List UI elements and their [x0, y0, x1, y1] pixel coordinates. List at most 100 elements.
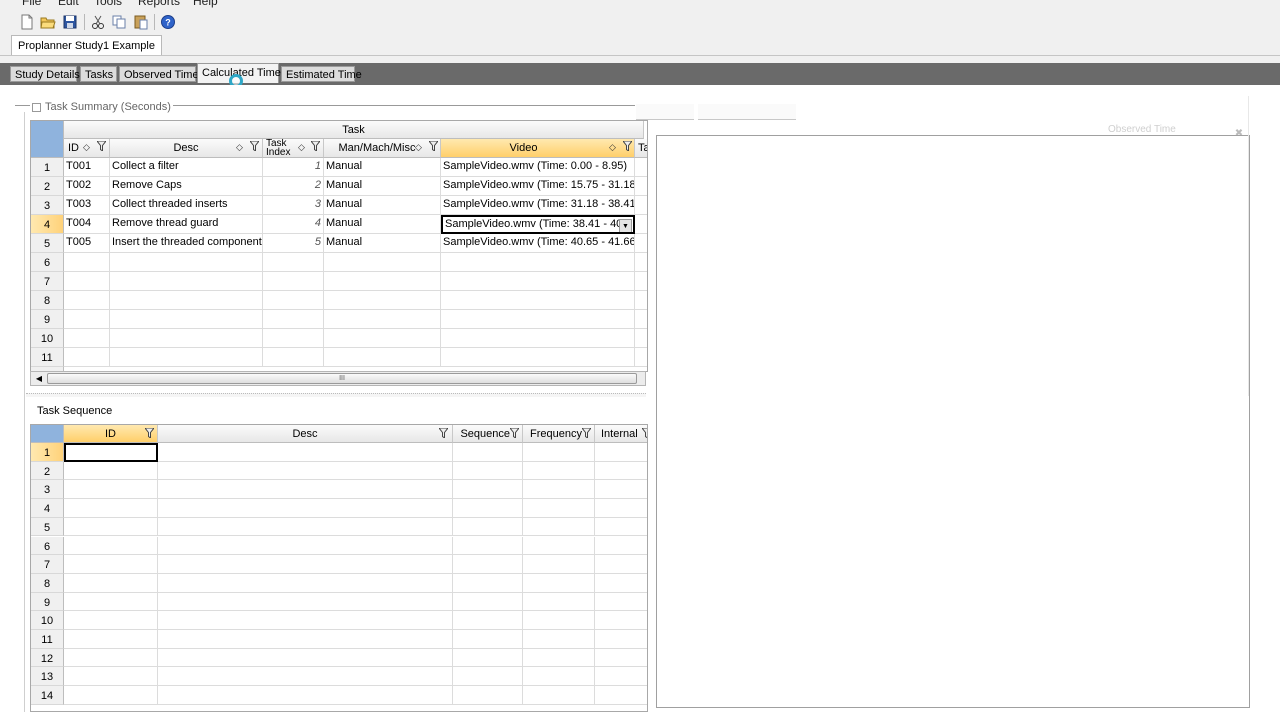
filter-icon[interactable] [311, 141, 320, 151]
cell-task-index[interactable]: 5 [263, 234, 324, 253]
row-header[interactable]: 10 [31, 611, 64, 630]
row-header[interactable]: 9 [31, 310, 64, 329]
seq-cell-id[interactable] [64, 611, 158, 630]
seq-cell-internal[interactable] [595, 518, 647, 537]
cell-task-index[interactable] [263, 310, 324, 329]
seq-cell-desc[interactable] [158, 573, 453, 593]
cell-ta[interactable] [635, 291, 647, 310]
row-header[interactable]: 4 [31, 215, 64, 234]
seq-cell-internal[interactable] [595, 574, 647, 593]
seq-cell-sequence[interactable] [453, 499, 523, 518]
seq-cell-internal[interactable] [595, 593, 647, 612]
cell-video[interactable] [441, 291, 635, 310]
seq-cell-desc[interactable] [158, 648, 453, 668]
seq-col-header-id[interactable]: ID [64, 425, 158, 443]
seq-cell-frequency[interactable] [523, 536, 595, 556]
filter-icon[interactable] [510, 428, 519, 438]
cell-man-mach-misc[interactable]: Manual [324, 158, 441, 177]
cell-id[interactable] [64, 348, 110, 367]
cell-id[interactable] [64, 253, 110, 272]
cell-video[interactable]: SampleVideo.wmv (Time: 40.65 - 41.66) [441, 234, 635, 253]
menu-file[interactable]: File [22, 0, 41, 8]
cell-task-index[interactable] [263, 348, 324, 367]
seq-cell-id[interactable] [64, 630, 158, 649]
menu-edit[interactable]: Edit [58, 0, 79, 8]
seq-col-header-internal[interactable]: Internal [595, 425, 648, 443]
filter-icon[interactable] [145, 428, 154, 438]
cell-man-mach-misc[interactable] [324, 310, 441, 329]
cell-id[interactable] [64, 291, 110, 310]
seq-cell-internal[interactable] [595, 667, 647, 687]
paste-icon[interactable] [132, 13, 150, 31]
seq-col-header-desc[interactable]: Desc [158, 425, 453, 443]
cell-video[interactable] [441, 253, 635, 272]
filter-icon[interactable] [429, 141, 438, 151]
cell-man-mach-misc[interactable] [324, 272, 441, 291]
cell-task-index[interactable] [263, 291, 324, 310]
cell-id[interactable]: T001 [64, 158, 110, 177]
menu-help[interactable]: Help [193, 0, 218, 8]
cell-task-index[interactable] [263, 272, 324, 291]
cell-desc[interactable] [110, 329, 263, 348]
cell-ta[interactable] [635, 253, 647, 272]
cell-ta[interactable] [635, 272, 647, 291]
cell-desc[interactable] [110, 310, 263, 329]
cell-video[interactable]: SampleVideo.wmv (Time: 0.00 - 8.95) [441, 158, 635, 177]
cell-video[interactable] [441, 329, 635, 348]
cell-ta[interactable] [635, 215, 647, 234]
cell-id[interactable]: T004 [64, 215, 110, 234]
cell-id[interactable] [64, 272, 110, 291]
filter-icon[interactable] [97, 141, 106, 151]
scrollbar-thumb[interactable]: III [47, 373, 637, 384]
save-icon[interactable] [61, 13, 79, 31]
cell-desc[interactable]: Collect threaded inserts [110, 196, 263, 215]
open-icon[interactable] [39, 13, 57, 31]
cell-desc[interactable]: Remove Caps [110, 177, 263, 196]
row-header[interactable]: 7 [31, 272, 64, 291]
seq-cell-sequence[interactable] [453, 517, 523, 537]
cell-desc[interactable]: Collect a filter [110, 158, 263, 177]
seq-cell-sequence[interactable] [453, 592, 523, 612]
seq-cell-frequency[interactable] [523, 480, 595, 500]
cell-task-index[interactable]: 1 [263, 158, 324, 177]
row-header[interactable]: 2 [31, 177, 64, 196]
row-header[interactable]: 1 [31, 158, 64, 177]
seq-cell-internal[interactable] [595, 537, 647, 556]
seq-cell-frequency[interactable] [523, 630, 595, 649]
seq-cell-desc[interactable] [158, 555, 453, 574]
filter-icon[interactable] [642, 428, 648, 438]
seq-cell-id[interactable] [64, 667, 158, 687]
seq-cell-id[interactable] [64, 648, 158, 668]
menu-tools[interactable]: Tools [94, 0, 122, 8]
seq-cell-desc[interactable] [158, 499, 453, 518]
cell-ta[interactable] [635, 310, 647, 329]
sort-icon[interactable]: ◇ [236, 142, 243, 153]
copy-icon[interactable] [110, 13, 128, 31]
seq-cell-id[interactable] [64, 536, 158, 556]
cell-task-index[interactable]: 4 [263, 215, 324, 234]
row-header[interactable]: 8 [31, 573, 64, 593]
row-header[interactable]: 3 [31, 196, 64, 215]
seq-cell-sequence[interactable] [453, 648, 523, 668]
collapse-icon[interactable] [32, 102, 41, 112]
tab-observed-time[interactable]: Observed Time [119, 66, 199, 82]
filter-icon[interactable] [582, 428, 591, 438]
filter-icon[interactable] [623, 141, 632, 151]
cell-desc[interactable] [110, 272, 263, 291]
seq-cell-id[interactable] [64, 443, 158, 462]
seq-col-header-sequence[interactable]: Sequence [453, 425, 523, 443]
menu-reports[interactable]: Reports [138, 0, 180, 8]
col-header-task-index[interactable]: Task Index ◇ [263, 139, 324, 158]
col-header-desc[interactable]: Desc ◇ [110, 139, 263, 158]
cell-desc[interactable]: Remove thread guard [110, 215, 263, 234]
seq-cell-id[interactable] [64, 592, 158, 612]
seq-cell-desc[interactable] [158, 667, 453, 687]
row-header[interactable]: 14 [31, 686, 64, 705]
seq-cell-id[interactable] [64, 573, 158, 593]
seq-cell-frequency[interactable] [523, 611, 595, 630]
row-header[interactable]: 7 [31, 555, 64, 574]
seq-cell-frequency[interactable] [523, 461, 595, 481]
cell-desc[interactable] [110, 253, 263, 272]
seq-cell-desc[interactable] [158, 686, 453, 705]
cell-man-mach-misc[interactable]: Manual [324, 215, 441, 234]
